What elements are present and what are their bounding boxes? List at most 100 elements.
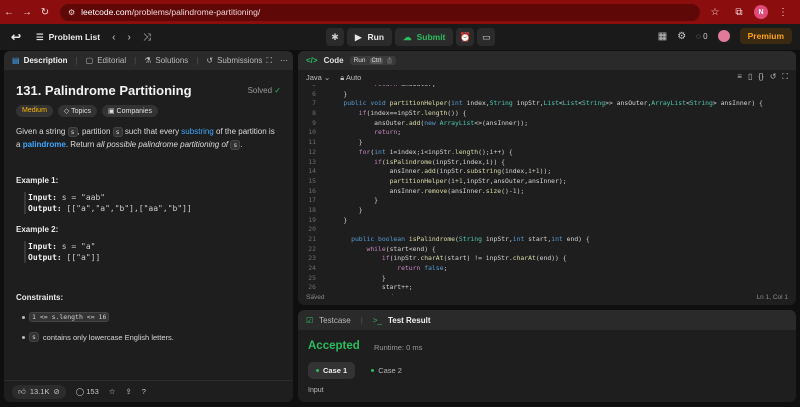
case-2-tab[interactable]: Case 2 <box>363 362 410 379</box>
share-icon[interactable]: ⇪ <box>126 387 132 396</box>
problem-list-button[interactable]: ☰ Problem List <box>36 32 100 43</box>
settings-icon[interactable]: ⚙ <box>677 31 686 42</box>
substring-link[interactable]: substring <box>181 127 213 136</box>
code-text: if(index==inpStr.length()) { <box>358 109 467 118</box>
code-line[interactable]: 23 if(inpStr.charAt(start) != inpStr.cha… <box>298 254 796 264</box>
code-editor[interactable]: 5 return ansOuter;6 }7 public void parti… <box>298 85 796 295</box>
debug-icon[interactable]: ✱ <box>326 28 344 46</box>
topics-chip[interactable]: ◇ Topics <box>57 105 97 117</box>
check-circle-icon: ✓ <box>274 86 281 95</box>
desc-text: . <box>240 139 243 149</box>
tag-icon: ◇ <box>63 108 70 115</box>
code-line[interactable]: 20 <box>298 225 796 235</box>
code-line[interactable]: 13 if(isPalindrome(inpStr,index,i)) { <box>298 158 796 168</box>
desc-text: . Return <box>65 139 95 149</box>
star-icon[interactable]: ☆ <box>109 387 116 396</box>
reset-icon[interactable]: ↺ <box>770 72 777 82</box>
streak-counter[interactable]: ◌ 0 <box>696 32 707 41</box>
notes-icon[interactable]: ▭ <box>477 28 496 46</box>
code-line[interactable]: 10 return; <box>298 128 796 138</box>
code-line[interactable]: 14 ansInner.add(inpStr.substring(index,i… <box>298 167 796 177</box>
back-icon[interactable]: ← <box>0 3 18 21</box>
code-text: public void partitionHelper(int index,St… <box>343 99 763 108</box>
shuffle-icon[interactable]: ⤨ <box>143 32 151 43</box>
code-line[interactable]: 6 } <box>298 90 796 100</box>
fold-gutter <box>320 216 328 226</box>
menu-icon[interactable]: ⋮ <box>774 3 792 21</box>
code-line[interactable]: 17 } <box>298 196 796 206</box>
constraints-title: Constraints: <box>16 293 64 302</box>
premium-button[interactable]: Premium <box>739 28 792 44</box>
code-line[interactable]: 12 for(int i=index;i<inpStr.length();i++… <box>298 148 796 158</box>
format-icon[interactable]: ≡ <box>737 72 742 82</box>
code-line[interactable]: 7 public void partitionHelper(int index,… <box>298 99 796 109</box>
layout-icon[interactable]: ▦ <box>658 31 667 42</box>
saved-status: Saved <box>306 293 325 301</box>
extensions-icon[interactable]: ⧉ <box>730 3 748 21</box>
code-line[interactable]: 9 ansOuter.add(new ArrayList<>(ansInner)… <box>298 119 796 129</box>
code-line[interactable]: 22 while(start<end) { <box>298 245 796 255</box>
language-select[interactable]: Java ⌄ <box>306 73 330 82</box>
code-line[interactable]: 11 } <box>298 138 796 148</box>
tab-editorial[interactable]: Editorial <box>97 56 126 65</box>
fold-gutter <box>320 158 328 168</box>
example1-body: Input: s = "aab" Output: [["a","a","b"],… <box>24 192 192 214</box>
code-line[interactable]: 25 } <box>298 274 796 284</box>
tab-divider: | <box>75 56 78 65</box>
case-1-tab[interactable]: Case 1 <box>308 362 356 379</box>
chevron-down-icon: ⌄ <box>323 73 331 82</box>
code-line[interactable]: 15 partitionHelper(i+1,inpStr,ansOuter,a… <box>298 177 796 187</box>
problem-title: 131. Palindrome Partitioning <box>16 83 192 98</box>
thumbs-down-icon[interactable]: ⊘ <box>53 387 59 396</box>
palindrome-link[interactable]: palindrome <box>23 140 66 149</box>
run-button[interactable]: ▶ Run <box>347 28 393 46</box>
output-label: Output: <box>28 253 62 262</box>
user-avatar[interactable] <box>717 30 730 42</box>
expand-icon[interactable]: ⛶ <box>782 72 788 82</box>
bookmark-star-icon[interactable]: ☆ <box>706 3 724 21</box>
help-icon[interactable]: ? <box>142 387 146 396</box>
tab-submissions[interactable]: Submissions <box>217 56 262 65</box>
address-bar[interactable]: ⚙ leetcode.com/problems/palindrome-parti… <box>60 3 700 21</box>
fold-gutter <box>320 187 328 197</box>
fold-gutter <box>320 177 328 187</box>
problem-list-label: Problem List <box>48 32 101 42</box>
tab-description[interactable]: Description <box>24 56 68 65</box>
url-domain: leetcode.com <box>81 7 132 17</box>
maximize-icon[interactable]: ⛶ <box>266 56 272 66</box>
code-text: } <box>328 89 348 98</box>
editor-statusbar: Saved Ln 1, Col 1 <box>298 289 796 305</box>
code-line[interactable]: 8 if(index==inpStr.length()) { <box>298 109 796 119</box>
forward-icon[interactable]: → <box>18 3 36 21</box>
inline-code: s <box>112 127 123 137</box>
run-shortcut-tooltip: Run Ctrl ' <box>349 56 397 65</box>
code-line[interactable]: 24 return false; <box>298 264 796 274</box>
code-line[interactable]: 21 public boolean isPalindrome(String in… <box>298 235 796 245</box>
tab-testcase[interactable]: Testcase <box>319 316 351 325</box>
companies-chip[interactable]: ▣ Companies <box>101 105 158 117</box>
auto-mode-toggle[interactable]: 🔒︎ Auto <box>340 73 361 83</box>
leetcode-logo-icon[interactable]: ↩ <box>10 30 22 44</box>
code-line[interactable]: 18 } <box>298 206 796 216</box>
bookmark-icon[interactable]: ▯ <box>748 72 752 82</box>
site-info-icon[interactable]: ⚙ <box>68 8 75 17</box>
code-line[interactable]: 16 ansInner.remove(ansInner.size()-1); <box>298 187 796 197</box>
tab-solutions[interactable]: Solutions <box>155 56 188 65</box>
code-line[interactable]: 19 } <box>298 216 796 226</box>
reload-icon[interactable]: ↻ <box>36 3 54 21</box>
bullet-icon <box>22 315 25 319</box>
tab-test-result[interactable]: Test Result <box>388 316 431 325</box>
constraint-code: s <box>29 332 39 342</box>
prev-problem-icon[interactable]: ‹ <box>112 32 115 43</box>
code-braces-icon[interactable]: {} <box>758 72 763 82</box>
next-problem-icon[interactable]: › <box>127 32 130 43</box>
example2-title: Example 2: <box>16 225 59 234</box>
profile-avatar[interactable]: N <box>754 5 768 19</box>
submit-button[interactable]: ☁ Submit <box>395 28 454 46</box>
code-text: } <box>328 273 386 282</box>
more-icon[interactable]: ⋯ <box>280 56 288 66</box>
timer-icon[interactable]: ⏰ <box>456 28 475 46</box>
comments-button[interactable]: ◯ 153 <box>76 387 99 396</box>
like-button[interactable]: 👍︎ 13.1K ⊘ <box>12 384 66 399</box>
code-tab-label[interactable]: Code <box>324 56 344 65</box>
